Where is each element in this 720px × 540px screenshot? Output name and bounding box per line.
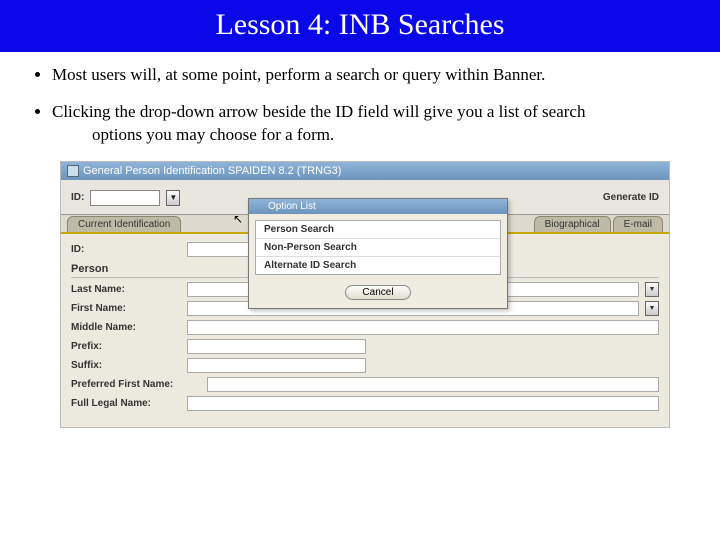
id-label: ID: <box>71 192 84 203</box>
popup-title-bar: Option List <box>249 199 507 214</box>
id-dropdown-button[interactable]: ▼ <box>166 190 180 206</box>
last-name-label: Last Name: <box>71 284 181 295</box>
slide-title-bar: Lesson 4: INB Searches <box>0 0 720 52</box>
prefix-label: Prefix: <box>71 341 181 352</box>
tab-email[interactable]: E-mail <box>613 216 663 232</box>
bullet-1: Most users will, at some point, perform … <box>52 64 690 87</box>
suffix-label: Suffix: <box>71 360 181 371</box>
screenshot-frame: General Person Identification SPAIDEN 8.… <box>60 161 670 428</box>
id-label-2: ID: <box>71 244 181 255</box>
first-name-dropdown[interactable]: ▼ <box>645 301 659 316</box>
chevron-down-icon: ▼ <box>169 193 177 202</box>
first-name-label: First Name: <box>71 303 181 314</box>
option-non-person-search[interactable]: Non-Person Search <box>256 239 500 257</box>
window-title-bar: General Person Identification SPAIDEN 8.… <box>61 162 669 180</box>
window-title: General Person Identification SPAIDEN 8.… <box>83 165 341 177</box>
cancel-button[interactable]: Cancel <box>345 285 410 300</box>
popup-title: Option List <box>268 201 316 212</box>
suffix-input[interactable] <box>187 358 366 373</box>
middle-name-label: Middle Name: <box>71 322 181 333</box>
generate-id-button[interactable]: Generate ID <box>603 192 659 203</box>
tab-current-id[interactable]: Current Identification <box>67 216 181 232</box>
legal-name-input[interactable] <box>187 396 659 411</box>
id-input[interactable] <box>90 190 160 206</box>
pref-first-input[interactable] <box>207 377 659 392</box>
slide-title: Lesson 4: INB Searches <box>0 8 720 42</box>
option-alternate-id-search[interactable]: Alternate ID Search <box>256 257 500 274</box>
legal-name-label: Full Legal Name: <box>71 398 181 409</box>
popup-icon <box>254 201 264 211</box>
prefix-input[interactable] <box>187 339 366 354</box>
last-name-dropdown[interactable]: ▼ <box>645 282 659 297</box>
popup-list: Person Search Non-Person Search Alternat… <box>255 220 501 275</box>
cursor-icon: ↖ <box>233 212 243 226</box>
bullet-2: Clicking the drop-down arrow beside the … <box>52 101 690 147</box>
tab-biographical[interactable]: Biographical <box>534 216 611 232</box>
pref-first-label: Preferred First Name: <box>71 379 201 390</box>
window-icon <box>67 165 79 177</box>
option-list-popup: Option List Person Search Non-Person Sea… <box>248 198 508 309</box>
bullet-list: Most users will, at some point, perform … <box>52 64 690 147</box>
middle-name-input[interactable] <box>187 320 659 335</box>
chevron-down-icon: ▼ <box>649 286 656 293</box>
option-person-search[interactable]: Person Search <box>256 221 500 239</box>
chevron-down-icon: ▼ <box>649 305 656 312</box>
